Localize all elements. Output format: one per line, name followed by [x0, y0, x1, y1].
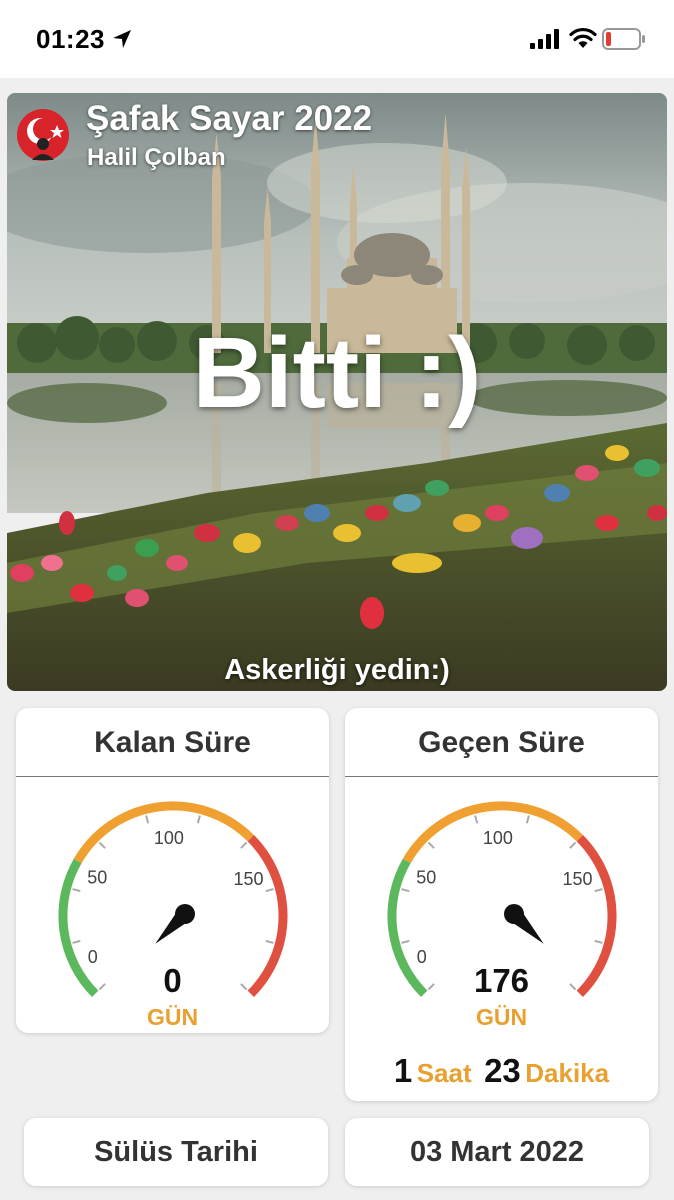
elapsed-hours-unit: Saat: [416, 1058, 472, 1088]
elapsed-hours-value: 1: [393, 1052, 413, 1089]
release-date-label: Sülüs Tarihi: [94, 1136, 258, 1168]
status-bar: 01:23: [0, 0, 674, 78]
gauge-tick-label: 100: [483, 828, 513, 848]
elapsed-minutes-value: 23: [484, 1052, 521, 1089]
wifi-icon: [569, 27, 597, 48]
countdown-status: Bitti :): [192, 317, 482, 429]
elapsed-days-value: 176: [473, 962, 530, 999]
remaining-time-card: Kalan Süre 0 50 100 150 0 GÜN: [16, 708, 329, 1033]
gauge-tick: [594, 939, 603, 944]
gauge-tick: [525, 815, 530, 824]
remaining-days-value: 0: [163, 962, 182, 999]
gauge-tick: [196, 815, 201, 824]
gauge-tick: [569, 841, 577, 849]
soldier-logo-icon: [17, 109, 69, 161]
gauge-needle-hub: [504, 904, 524, 924]
gauge-tick-label: 150: [233, 869, 263, 889]
hero-banner: Şafak Sayar 2022 Halil Çolban Bitti :) A…: [7, 93, 667, 691]
gauge-tick: [240, 841, 248, 849]
remaining-days-unit: GÜN: [146, 1004, 199, 1030]
gauge-tick-label: 50: [87, 867, 107, 887]
release-date-value-card[interactable]: 03 Mart 2022: [345, 1118, 649, 1186]
location-arrow-icon: [113, 30, 131, 48]
release-date-value: 03 Mart 2022: [409, 1136, 585, 1168]
gauge-tick: [72, 939, 81, 944]
gauge-tick: [265, 939, 274, 944]
status-time: 01:23: [36, 24, 105, 54]
gauge-tick: [265, 888, 274, 893]
gauge-tick: [427, 841, 435, 849]
elapsed-days-unit: GÜN: [475, 1004, 528, 1030]
gauge-tick: [401, 888, 410, 893]
gauge-tick: [145, 815, 150, 824]
hero-caption: Askerliği yedin:): [224, 654, 450, 686]
elapsed-hours-minutes: 1 Saat 23 Dakika: [345, 1052, 658, 1090]
gauge-tick: [401, 939, 410, 944]
elapsed-time-card: Geçen Süre 0 50 100 150 176 GÜN 1 Saat 23 D…: [345, 708, 658, 1101]
user-name: Halil Çolban: [87, 144, 226, 171]
gauge-tick-label: 100: [154, 828, 184, 848]
app-title: Şafak Sayar 2022: [86, 99, 373, 138]
gauge-tick: [72, 888, 81, 893]
cellular-signal-icon: [530, 29, 559, 49]
gauge-tick-label: 150: [562, 869, 592, 889]
battery-icon: [602, 28, 645, 50]
gauge-tick-label: 50: [416, 867, 436, 887]
gauge-tick: [98, 841, 106, 849]
gauge-tick: [474, 815, 479, 824]
elapsed-minutes-unit: Dakika: [525, 1058, 610, 1088]
gauge-needle-hub: [175, 904, 195, 924]
gauge-tick: [594, 888, 603, 893]
release-date-label-card[interactable]: Sülüs Tarihi: [24, 1118, 328, 1186]
elapsed-card-title: Geçen Süre: [418, 726, 585, 759]
remaining-card-title: Kalan Süre: [94, 726, 251, 759]
